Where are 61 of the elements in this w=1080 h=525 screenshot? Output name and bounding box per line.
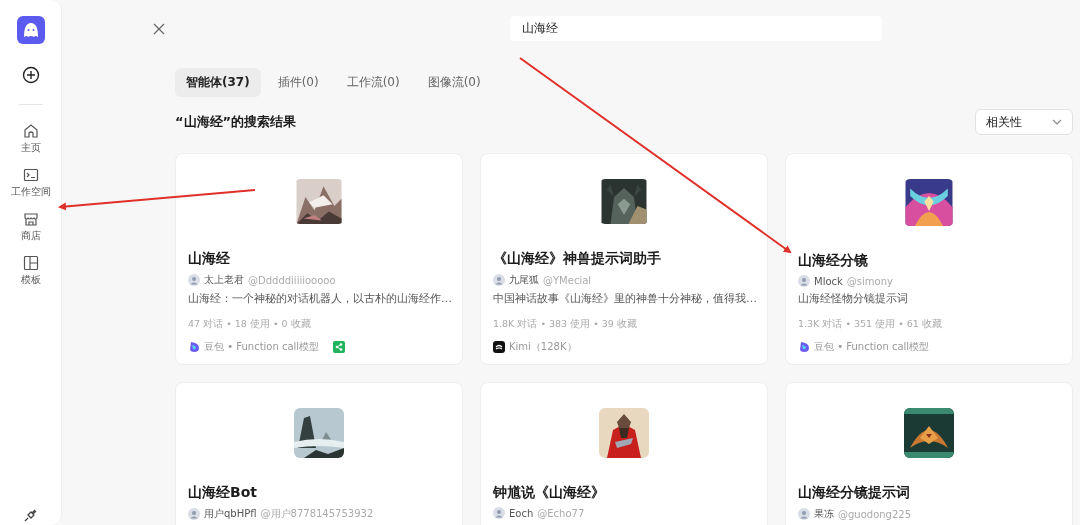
avatar-icon bbox=[798, 275, 810, 287]
home-icon bbox=[22, 123, 39, 139]
author-handle: @Dddddiiiiiooooo bbox=[248, 274, 336, 286]
bot-card[interactable]: 山海经 太上老君 @Dddddiiiiiooooo 山海经：一个神秘的对话机器人，以古朴的山海经作… 47 对话 • 18 使用 • 0 收藏 豆包 • Function call模型 bbox=[175, 153, 463, 365]
search-field[interactable]: 山海经 bbox=[510, 15, 882, 41]
close-icon[interactable] bbox=[153, 23, 165, 35]
sort-dropdown[interactable]: 相关性 bbox=[975, 109, 1073, 135]
bot-title: 钟馗说《山海经》 bbox=[493, 484, 606, 502]
author-handle: @YMecial bbox=[543, 274, 592, 286]
tab[interactable]: 插件(0) bbox=[266, 68, 330, 97]
sidebar-item[interactable]: 商店 bbox=[17, 209, 44, 245]
avatar-icon bbox=[493, 507, 505, 519]
chevron-down-icon bbox=[1052, 119, 1062, 125]
avatar-icon bbox=[188, 274, 200, 286]
bot-card[interactable]: 钟馗说《山海经》 Eoch @Echo77 bbox=[480, 382, 768, 525]
bot-description: 山海经怪物分镜提示词 bbox=[798, 291, 909, 306]
bot-card[interactable]: 《山海经》神兽提示词助手 九尾狐 @YMecial 中国神话故事《山海经》里的神兽十分神秘，值得我… 1.8K 对话 • 383 使用 • 39 收藏 Kimi（128K） bbox=[480, 153, 768, 365]
tab[interactable]: 工作流(0) bbox=[335, 68, 411, 97]
avatar-icon bbox=[493, 274, 505, 286]
bot-card[interactable]: 山海经Bot 用户qbHPfl @用户8778145753932 bbox=[175, 382, 463, 525]
author-name: 九尾狐 bbox=[509, 273, 539, 287]
bot-description: 中国神话故事《山海经》里的神兽十分神秘，值得我… bbox=[493, 291, 755, 306]
store-icon bbox=[22, 211, 39, 227]
bot-title: 《山海经》神兽提示词助手 bbox=[493, 250, 662, 268]
bot-card[interactable]: 山海经分镜 Mlock @simony 山海经怪物分镜提示词 1.3K 对话 • 351 使用 • 61 收藏 豆包 • Function call模型 bbox=[785, 153, 1073, 365]
tab[interactable]: 智能体(37) bbox=[175, 68, 261, 97]
bot-description: 山海经：一个神秘的对话机器人，以古朴的山海经作… bbox=[188, 291, 450, 306]
bot-card[interactable]: 山海经分镜提示词 果冻 @guodong225 bbox=[785, 382, 1073, 525]
author-handle: @guodong225 bbox=[838, 508, 912, 520]
model-logo-icon bbox=[798, 341, 810, 353]
model-logo-icon bbox=[188, 341, 200, 353]
results-heading: “山海经”的搜索结果 bbox=[175, 113, 297, 131]
author-name: Eoch bbox=[509, 507, 534, 519]
bot-stats: 1.8K 对话 • 383 使用 • 39 收藏 bbox=[493, 318, 638, 331]
sidebar-item[interactable]: 工作空间 bbox=[7, 165, 54, 201]
model-logo-icon bbox=[493, 341, 505, 353]
author-handle: @Echo77 bbox=[537, 507, 585, 519]
bot-title: 山海经分镜 bbox=[798, 252, 869, 270]
author-name: 用户qbHPfl bbox=[204, 507, 257, 521]
author-handle: @用户8778145753932 bbox=[260, 507, 374, 521]
author-name: 果冻 bbox=[814, 507, 834, 521]
model-label: 豆包 • Function call模型 bbox=[814, 340, 930, 354]
terminal-icon bbox=[22, 167, 39, 183]
sidebar-item[interactable]: 模板 bbox=[17, 253, 44, 289]
bot-stats: 1.3K 对话 • 351 使用 • 61 收藏 bbox=[798, 318, 943, 331]
author-name: 太上老君 bbox=[204, 273, 244, 287]
avatar-icon bbox=[798, 508, 810, 520]
sidebar-item[interactable]: 主页 bbox=[17, 121, 44, 157]
author-handle: @simony bbox=[846, 275, 893, 287]
model-label: 豆包 • Function call模型 bbox=[204, 340, 320, 354]
model-label: Kimi（128K） bbox=[509, 340, 577, 354]
avatar-icon bbox=[188, 508, 200, 520]
bot-stats: 47 对话 • 18 使用 • 0 收藏 bbox=[188, 318, 312, 331]
tab[interactable]: 图像流(0) bbox=[416, 68, 492, 97]
bot-title: 山海经 bbox=[188, 250, 231, 268]
author-name: Mlock bbox=[814, 275, 843, 287]
plug-icon[interactable] bbox=[22, 507, 39, 523]
bot-title: 山海经Bot bbox=[188, 484, 258, 502]
bot-title: 山海经分镜提示词 bbox=[798, 484, 911, 502]
add-icon[interactable] bbox=[21, 66, 40, 84]
layout-icon bbox=[22, 255, 39, 271]
